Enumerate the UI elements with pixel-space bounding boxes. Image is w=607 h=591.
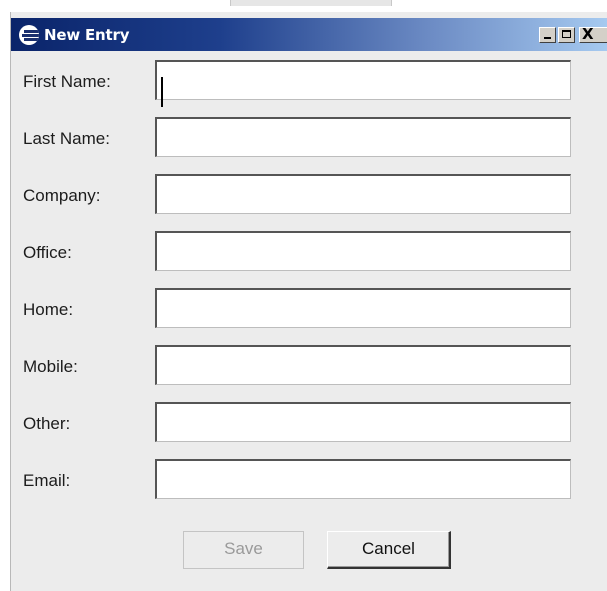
home-label: Home: bbox=[23, 300, 74, 319]
office-label: Office: bbox=[23, 243, 72, 262]
email-label: Email: bbox=[23, 471, 71, 490]
company-field[interactable] bbox=[155, 174, 571, 214]
mobile-phone-field[interactable] bbox=[155, 345, 571, 385]
close-icon: X bbox=[582, 25, 594, 43]
form-row-other: Other: bbox=[11, 402, 607, 444]
other-label: Other: bbox=[23, 414, 71, 433]
app-logo-icon bbox=[19, 25, 39, 45]
new-entry-dialog: New Entry X First Name: Last Name: Compa… bbox=[10, 12, 607, 591]
form-row-mobile: Mobile: bbox=[11, 345, 607, 387]
maximize-button[interactable] bbox=[558, 27, 575, 43]
company-label: Company: bbox=[23, 186, 101, 205]
form-row-last-name: Last Name: bbox=[11, 117, 607, 159]
other-phone-field[interactable] bbox=[155, 402, 571, 442]
title-bar[interactable]: New Entry X bbox=[11, 18, 607, 51]
close-button[interactable]: X bbox=[579, 25, 607, 43]
form-row-company: Company: bbox=[11, 174, 607, 216]
form-row-first-name: First Name: bbox=[11, 60, 607, 102]
text-cursor bbox=[161, 77, 163, 107]
first-name-field[interactable] bbox=[155, 60, 571, 100]
last-name-label: Last Name: bbox=[23, 129, 110, 148]
email-field[interactable] bbox=[155, 459, 571, 499]
maximize-icon bbox=[562, 30, 571, 38]
minimize-icon bbox=[544, 37, 551, 39]
mobile-label: Mobile: bbox=[23, 357, 78, 376]
form-row-email: Email: bbox=[11, 459, 607, 501]
office-phone-field[interactable] bbox=[155, 231, 571, 271]
window-title: New Entry bbox=[44, 26, 130, 44]
home-phone-field[interactable] bbox=[155, 288, 571, 328]
form-row-home: Home: bbox=[11, 288, 607, 330]
last-name-field[interactable] bbox=[155, 117, 571, 157]
first-name-label: First Name: bbox=[23, 72, 111, 91]
save-button[interactable]: Save bbox=[183, 531, 304, 569]
background-window-edge bbox=[230, 0, 392, 6]
minimize-button[interactable] bbox=[539, 27, 556, 43]
form-row-office: Office: bbox=[11, 231, 607, 273]
cancel-button[interactable]: Cancel bbox=[327, 531, 451, 569]
